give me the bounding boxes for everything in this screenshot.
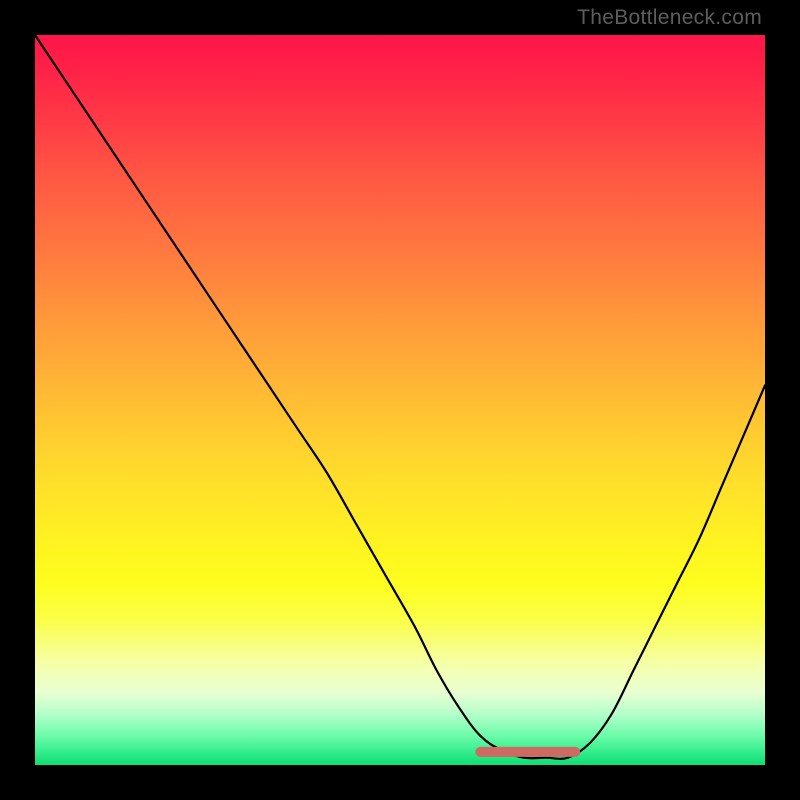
curve-layer xyxy=(35,35,765,765)
watermark-text: TheBottleneck.com xyxy=(577,6,762,30)
plot-area xyxy=(35,35,765,765)
chart-frame: TheBottleneck.com xyxy=(0,0,800,800)
bottleneck-curve xyxy=(35,35,765,759)
